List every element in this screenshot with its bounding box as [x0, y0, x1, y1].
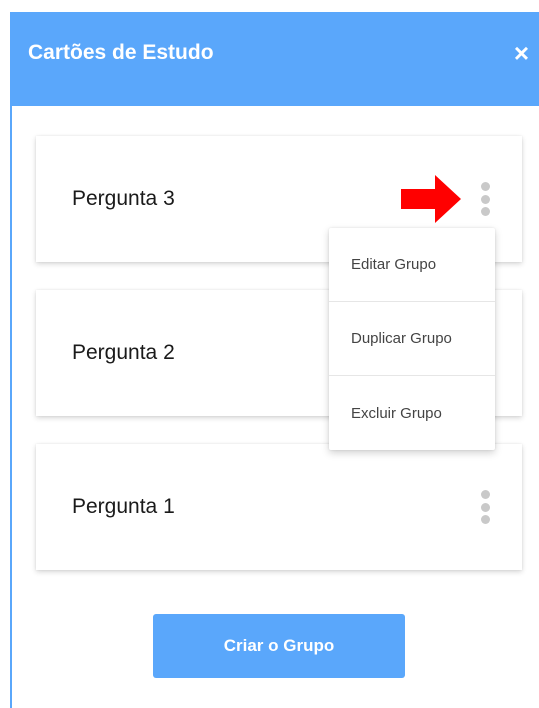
close-icon[interactable]: ×: [514, 40, 529, 66]
study-cards-panel: Cartões de Estudo × Pergunta 3 Pergunta …: [10, 12, 539, 708]
group-card-pergunta-1[interactable]: Pergunta 1: [36, 444, 522, 570]
kebab-dot: [480, 515, 490, 524]
create-group-button[interactable]: Criar o Grupo: [153, 614, 405, 678]
menu-item-duplicate-group[interactable]: Duplicar Grupo: [329, 302, 495, 376]
menu-item-edit-group[interactable]: Editar Grupo: [329, 228, 495, 302]
red-arrow-icon: [401, 175, 461, 223]
panel-header: Cartões de Estudo ×: [12, 12, 539, 106]
kebab-menu-icon[interactable]: [478, 490, 492, 524]
kebab-dot: [480, 207, 490, 216]
kebab-dot: [480, 490, 490, 499]
kebab-dot: [480, 182, 490, 191]
panel-title: Cartões de Estudo: [28, 41, 214, 64]
menu-item-delete-group[interactable]: Excluir Grupo: [329, 376, 495, 450]
group-card-label: Pergunta 3: [72, 187, 175, 210]
group-card-label: Pergunta 1: [72, 495, 175, 518]
group-context-menu: Editar Grupo Duplicar Grupo Excluir Grup…: [329, 228, 495, 450]
kebab-dot: [480, 194, 490, 204]
group-card-label: Pergunta 2: [72, 341, 175, 364]
kebab-menu-icon[interactable]: [478, 182, 492, 216]
kebab-dot: [480, 502, 490, 512]
